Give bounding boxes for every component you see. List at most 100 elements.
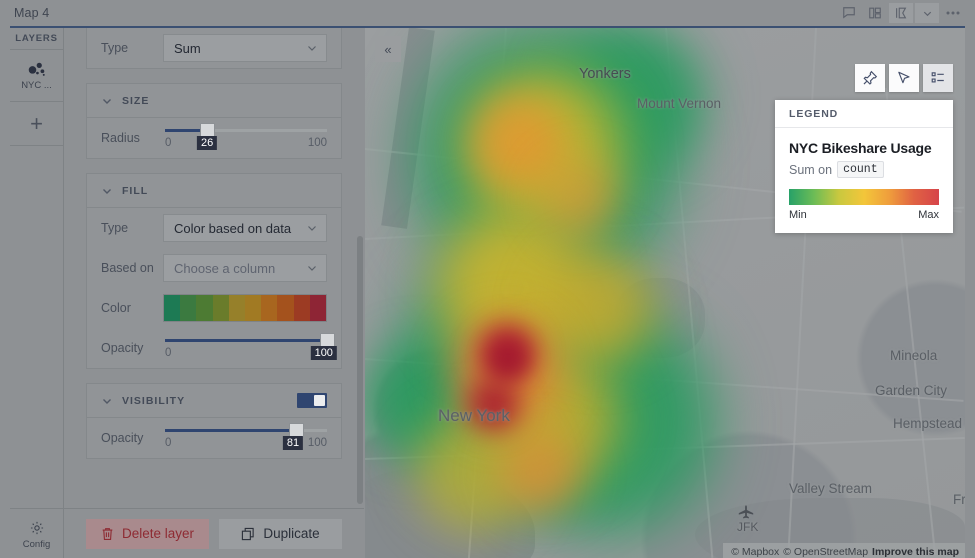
color-label: Color	[101, 301, 131, 315]
map-attribution: © Mapbox © OpenStreetMap Improve this ma…	[723, 543, 965, 558]
aggregation-select[interactable]: Sum	[163, 34, 327, 62]
heat-blob-hotspot	[483, 338, 533, 382]
sidebar-item-layer-nyc[interactable]: NYC ...	[10, 50, 63, 102]
comment-icon[interactable]	[837, 3, 861, 23]
attribution-mapbox[interactable]: © Mapbox	[731, 546, 779, 558]
map-label: New York	[438, 406, 510, 425]
fill-type-row: Type Color based on data	[87, 208, 341, 248]
visibility-opacity-slider[interactable]: 0 81 100	[163, 423, 327, 452]
map-canvas[interactable]: Yonkers Mount Vernon New York Mineola Ga…	[365, 28, 965, 558]
layers-header: LAYERS	[10, 28, 63, 50]
radius-max: 100	[307, 137, 327, 149]
radius-value: 26	[196, 136, 218, 150]
color-swatch-band	[277, 295, 294, 321]
legend-scale-labels: Min Max	[789, 209, 939, 221]
color-swatch-band	[261, 295, 278, 321]
toggle-knob	[314, 395, 325, 406]
fill-group: FILL Type Color based on data Based on C…	[86, 173, 342, 369]
color-swatch-band	[309, 295, 327, 321]
chevron-down-icon	[306, 42, 318, 54]
chevron-down-icon	[101, 185, 113, 197]
chevron-down-icon	[101, 395, 113, 407]
main-frame: LAYERS NYC ... + Config Type Sum SIZE Ra…	[10, 26, 965, 558]
page-title: Map 4	[14, 6, 50, 20]
fill-type-select[interactable]: Color based on data	[163, 214, 327, 242]
window-titlebar: Map 4	[0, 0, 975, 26]
app-root: Map 4 LAYERS NYC ... + Config Type Sum S…	[0, 0, 975, 558]
visibility-opacity-track[interactable]	[165, 423, 327, 438]
legend-list-icon[interactable]	[923, 64, 953, 92]
map-label: Valley Stream	[789, 481, 873, 496]
layers-rail: LAYERS NYC ... + Config	[10, 28, 64, 558]
fill-opacity-fill	[165, 339, 327, 342]
map-label: Yonkers	[579, 66, 631, 82]
radius-track[interactable]	[165, 123, 327, 138]
visibility-opacity-max: 100	[307, 437, 327, 449]
size-group: SIZE Radius 0 26 100	[86, 83, 342, 159]
legend-body: NYC Bikeshare Usage Sum on count Min Max	[775, 128, 953, 233]
heat-blob	[525, 148, 635, 248]
fill-section-header[interactable]: FILL	[87, 174, 341, 208]
legend-max-label: Max	[918, 209, 939, 221]
legend-column-chip: count	[837, 161, 884, 178]
fill-opacity-track[interactable]	[165, 333, 335, 348]
visibility-group: VISIBILITY Opacity 0 81 100	[86, 383, 342, 459]
trash-icon	[101, 527, 114, 541]
radius-slider[interactable]: 0 26 100	[163, 123, 327, 152]
chevron-down-icon[interactable]	[915, 3, 939, 23]
visibility-opacity-ticks: 0 81 100	[165, 436, 327, 452]
color-row: Color	[87, 288, 341, 328]
present-icon[interactable]	[889, 3, 913, 23]
visibility-section-header[interactable]: VISIBILITY	[87, 384, 341, 418]
copy-icon	[241, 527, 255, 541]
gear-icon	[29, 520, 45, 536]
visibility-opacity-label: Opacity	[101, 431, 144, 445]
map-label: Mount Vernon	[637, 96, 722, 111]
legend-subtitle: Sum on count	[789, 161, 939, 178]
legend-title: NYC Bikeshare Usage	[789, 140, 932, 156]
legend-gradient-bar	[789, 189, 939, 205]
color-swatch-band	[245, 295, 262, 321]
fill-opacity-row: Opacity 0 100	[87, 328, 341, 368]
radius-ticks: 0 26 100	[165, 136, 327, 152]
size-section-header[interactable]: SIZE	[87, 84, 341, 118]
fill-type-label: Type	[101, 221, 129, 235]
layout-icon[interactable]	[863, 3, 887, 23]
radius-label: Radius	[101, 131, 140, 145]
rail-spacer	[10, 146, 63, 508]
duplicate-layer-label: Duplicate	[263, 526, 320, 541]
fill-opacity-min: 0	[165, 347, 172, 359]
map-label: Mineola	[890, 348, 938, 363]
color-swatch-band	[228, 295, 246, 321]
based-on-select[interactable]: Choose a column	[163, 254, 327, 282]
fill-opacity-ticks: 0 100	[165, 346, 337, 362]
settings-scrollbar[interactable]	[357, 236, 363, 504]
fill-section-title: FILL	[122, 184, 149, 197]
attribution-improve-link[interactable]: Improve this map	[872, 546, 959, 558]
radius-row: Radius 0 26 100	[87, 118, 341, 158]
legend-subtitle-prefix: Sum on	[789, 162, 833, 177]
sidebar-item-label: NYC ...	[21, 80, 52, 91]
color-scale-swatch[interactable]	[163, 294, 327, 322]
heatmap-points-icon	[26, 60, 48, 78]
aggregation-row: Type Sum	[87, 28, 341, 68]
more-options-icon[interactable]	[941, 3, 965, 23]
delete-layer-button[interactable]: Delete layer	[86, 518, 209, 549]
visibility-toggle[interactable]	[297, 393, 327, 408]
cursor-icon[interactable]	[889, 64, 919, 92]
collapse-panel-button[interactable]: «	[375, 36, 401, 62]
color-swatch-band	[164, 295, 181, 321]
add-layer-button[interactable]: +	[10, 102, 63, 146]
map-label: JFK	[737, 520, 759, 534]
config-button[interactable]: Config	[10, 508, 63, 558]
map-label: Garden City	[875, 383, 948, 398]
pin-icon[interactable]	[855, 64, 885, 92]
titlebar-actions	[837, 3, 965, 23]
layer-actions-footer: Delete layer Duplicate	[64, 508, 364, 558]
attribution-osm[interactable]: © OpenStreetMap	[783, 546, 868, 558]
color-swatch-band	[180, 295, 197, 321]
fill-opacity-label: Opacity	[101, 341, 144, 355]
fill-opacity-slider[interactable]: 0 100	[163, 333, 337, 362]
duplicate-layer-button[interactable]: Duplicate	[219, 518, 342, 549]
visibility-opacity-row: Opacity 0 81 100	[87, 418, 341, 458]
